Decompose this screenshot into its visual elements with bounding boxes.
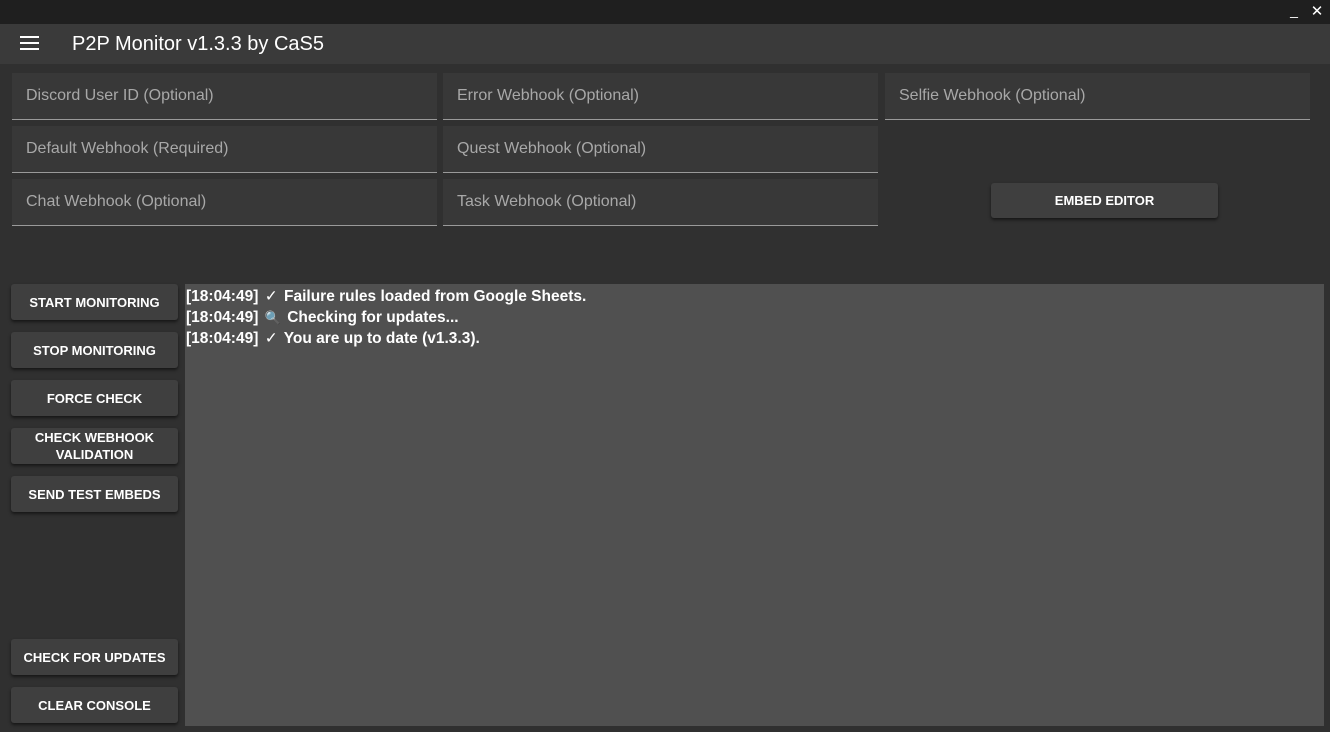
- log-timestamp: [18:04:49]: [186, 309, 259, 326]
- log-line: [18:04:49] 🔍 Checking for updates...: [186, 307, 1324, 328]
- chat-webhook-field[interactable]: [12, 179, 437, 226]
- discord-user-id-field[interactable]: [12, 73, 437, 120]
- send-test-embeds-button[interactable]: SEND TEST EMBEDS: [11, 476, 178, 512]
- default-webhook-input[interactable]: [12, 126, 437, 172]
- log-message: Failure rules loaded from Google Sheets.: [284, 288, 587, 305]
- app-title: P2P Monitor v1.3.3 by CaS5: [72, 33, 324, 55]
- quest-webhook-input[interactable]: [443, 126, 878, 172]
- close-button[interactable]: ✕: [1307, 2, 1327, 22]
- check-webhook-validation-button[interactable]: CHECK WEBHOOK VALIDATION: [11, 428, 178, 464]
- error-webhook-input[interactable]: [443, 73, 878, 119]
- discord-user-id-input[interactable]: [12, 73, 437, 119]
- log-line: [18:04:49] ✓ Failure rules loaded from G…: [186, 286, 1324, 307]
- task-webhook-field[interactable]: [443, 179, 878, 226]
- hamburger-menu-icon[interactable]: [20, 36, 39, 52]
- log-message: You are up to date (v1.3.3).: [283, 330, 480, 347]
- quest-webhook-field[interactable]: [443, 126, 878, 173]
- log-timestamp: [18:04:49]: [186, 288, 259, 305]
- check-for-updates-button[interactable]: CHECK FOR UPDATES: [11, 639, 178, 675]
- default-webhook-field[interactable]: [12, 126, 437, 173]
- check-icon: ✓: [264, 330, 278, 347]
- force-check-button[interactable]: FORCE CHECK: [11, 380, 178, 416]
- console-output[interactable]: [18:04:49] ✓ Failure rules loaded from G…: [185, 284, 1324, 726]
- window-titlebar: _ ✕: [0, 0, 1330, 24]
- embed-editor-button[interactable]: EMBED EDITOR: [991, 183, 1218, 218]
- magnifier-icon: 🔍: [264, 310, 281, 325]
- stop-monitoring-button[interactable]: STOP MONITORING: [11, 332, 178, 368]
- log-message: Checking for updates...: [287, 309, 459, 326]
- error-webhook-field[interactable]: [443, 73, 878, 120]
- selfie-webhook-field[interactable]: [885, 73, 1310, 120]
- app-header: P2P Monitor v1.3.3 by CaS5: [0, 24, 1330, 64]
- task-webhook-input[interactable]: [443, 179, 878, 225]
- selfie-webhook-input[interactable]: [885, 73, 1310, 119]
- clear-console-button[interactable]: CLEAR CONSOLE: [11, 687, 178, 723]
- check-icon: ✓: [264, 288, 278, 305]
- log-timestamp: [18:04:49]: [186, 330, 259, 347]
- minimize-button[interactable]: _: [1284, 0, 1304, 20]
- start-monitoring-button[interactable]: START MONITORING: [11, 284, 178, 320]
- chat-webhook-input[interactable]: [12, 179, 437, 225]
- app-window: _ ✕ P2P Monitor v1.3.3 by CaS5 EMBED EDI…: [0, 0, 1330, 732]
- log-line: [18:04:49] ✓ You are up to date (v1.3.3)…: [186, 328, 1324, 349]
